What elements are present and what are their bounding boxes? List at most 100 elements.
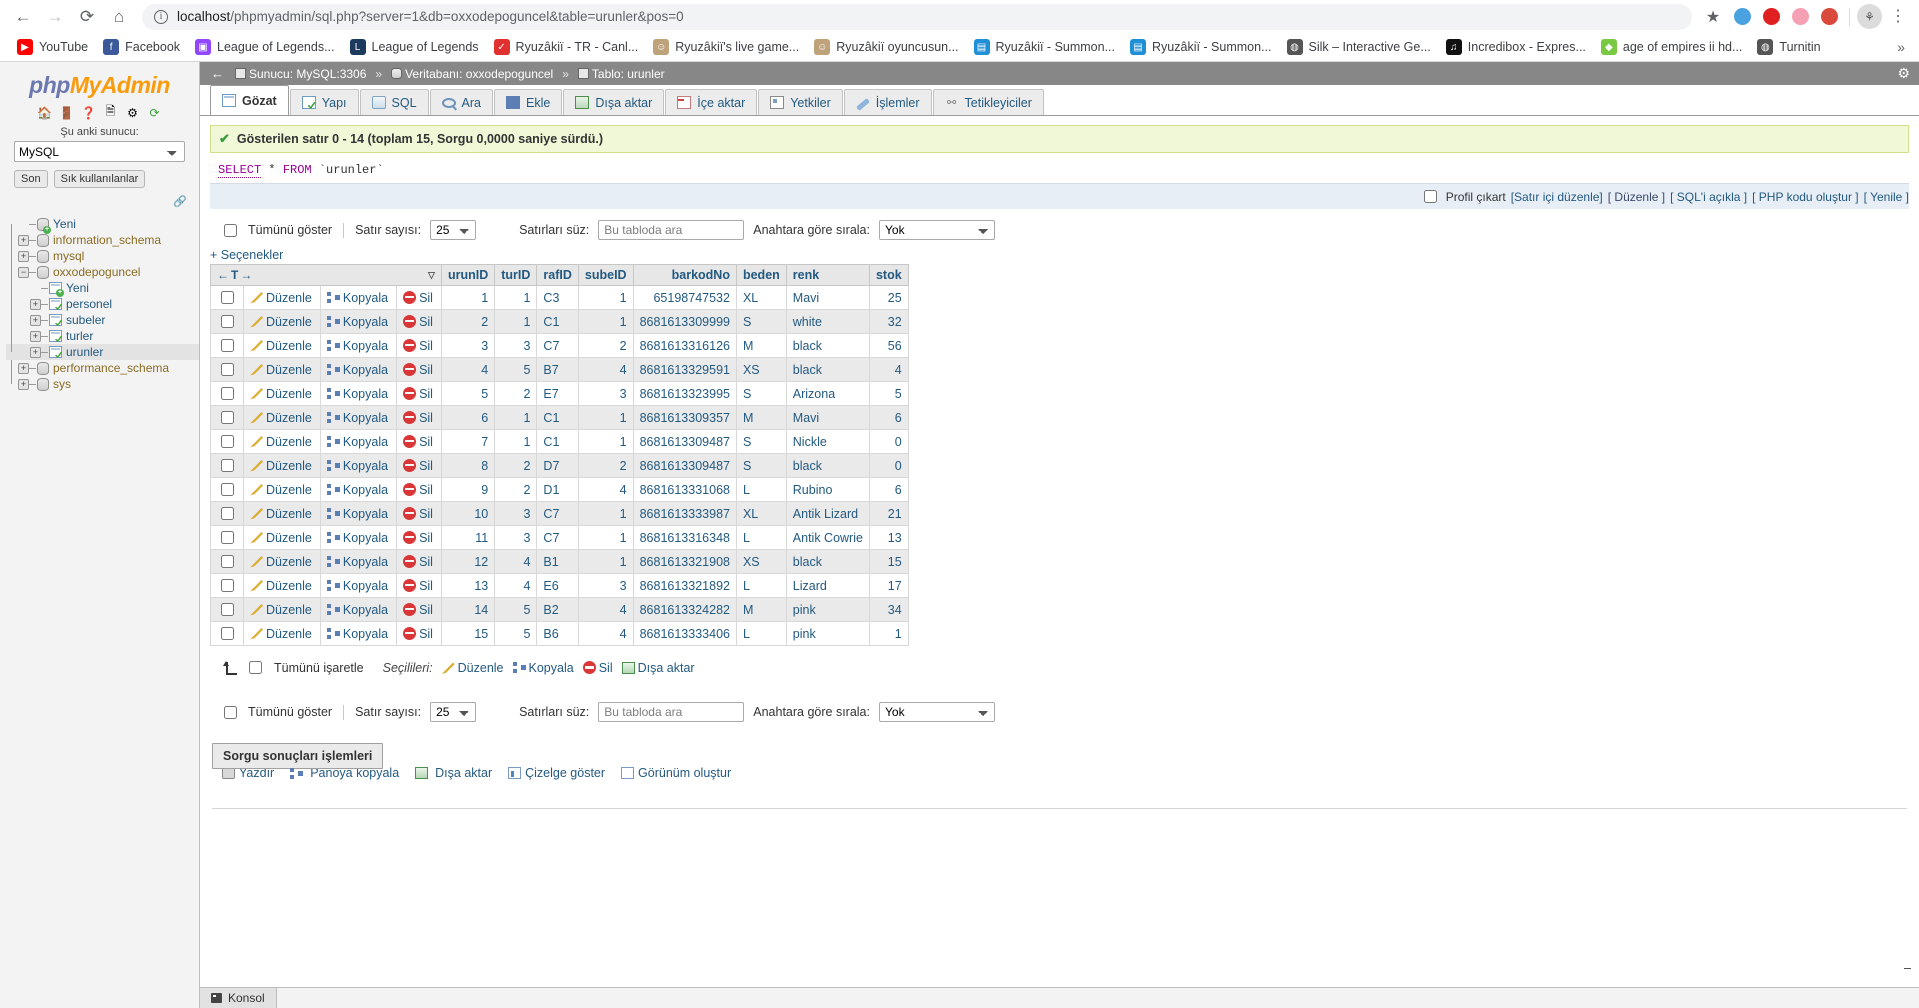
tab-g-zat[interactable]: Gözat xyxy=(210,85,289,115)
row-edit[interactable]: Düzenle xyxy=(244,478,321,502)
expand-icon[interactable]: + xyxy=(30,331,41,342)
row-delete[interactable]: Sil xyxy=(397,526,442,550)
tab-ara[interactable]: Ara xyxy=(430,89,493,115)
cell-rafID[interactable]: C7 xyxy=(537,334,578,358)
cell-stok[interactable]: 25 xyxy=(869,286,908,310)
cell-barkodNo[interactable]: 8681613323995 xyxy=(633,382,736,406)
cell-subeID[interactable]: 1 xyxy=(578,406,633,430)
cell-stok[interactable]: 34 xyxy=(869,598,908,622)
cell-rafID[interactable]: C3 xyxy=(537,286,578,310)
cell-subeID[interactable]: 4 xyxy=(578,358,633,382)
row-delete-link[interactable]: Sil xyxy=(403,315,433,329)
row-checkbox[interactable] xyxy=(221,363,234,376)
cell-turID[interactable]: 5 xyxy=(495,598,537,622)
row-checkbox[interactable] xyxy=(221,483,234,496)
bookmark-item[interactable]: ☺Ryuzâkiï's live game... xyxy=(646,36,806,58)
expand-icon[interactable]: + xyxy=(18,379,29,390)
nav-left-icon[interactable]: ← xyxy=(217,268,229,282)
inline-edit-link[interactable]: [Satır içi düzenle] xyxy=(1511,190,1603,204)
bulk-export-button[interactable]: Dışa aktar xyxy=(622,661,695,675)
row-edit-link[interactable]: Düzenle xyxy=(250,555,312,569)
cell-beden[interactable]: L xyxy=(736,574,786,598)
tab-i--e-aktar[interactable]: İçe aktar xyxy=(665,89,757,115)
row-delete-link[interactable]: Sil xyxy=(403,483,433,497)
cell-barkodNo[interactable]: 8681613309487 xyxy=(633,430,736,454)
table-row[interactable]: DüzenleKopyalaSil21C118681613309999Swhit… xyxy=(211,310,909,334)
phpmyadmin-logo[interactable]: phpMyAdmin xyxy=(0,62,199,101)
row-copy-link[interactable]: Kopyala xyxy=(327,315,388,329)
select-all-arrow-icon[interactable] xyxy=(222,661,236,675)
cell-turID[interactable]: 1 xyxy=(495,286,537,310)
options-expand-link[interactable]: + Seçenekler xyxy=(200,240,1919,264)
row-delete-link[interactable]: Sil xyxy=(403,507,433,521)
row-delete-link[interactable]: Sil xyxy=(403,531,433,545)
cell-renk[interactable]: Antik Cowrie xyxy=(786,526,869,550)
cell-renk[interactable]: black xyxy=(786,358,869,382)
row-checkbox[interactable] xyxy=(221,435,234,448)
back-button[interactable]: ← xyxy=(8,2,38,32)
expand-icon[interactable]: + xyxy=(30,299,41,310)
cell-turID[interactable]: 1 xyxy=(495,310,537,334)
row-edit[interactable]: Düzenle xyxy=(244,382,321,406)
tab-yetkiler[interactable]: Yetkiler xyxy=(758,89,843,115)
cell-urunID[interactable]: 9 xyxy=(441,478,494,502)
cell-renk[interactable]: pink xyxy=(786,622,869,646)
cell-stok[interactable]: 15 xyxy=(869,550,908,574)
cell-rafID[interactable]: C1 xyxy=(537,430,578,454)
tab-sql[interactable]: SQL xyxy=(360,89,429,115)
php-code-link[interactable]: [ PHP kodu oluştur ] xyxy=(1752,190,1859,204)
row-checkbox[interactable] xyxy=(221,315,234,328)
table-row[interactable]: DüzenleKopyalaSil71C118681613309487SNick… xyxy=(211,430,909,454)
tree-node-performance_schema[interactable]: +performance_schema xyxy=(6,360,199,376)
cell-turID[interactable]: 3 xyxy=(495,502,537,526)
explain-sql-link[interactable]: [ SQL'i açıkla ] xyxy=(1670,190,1747,204)
home-button[interactable]: ⌂ xyxy=(104,2,134,32)
cell-turID[interactable]: 4 xyxy=(495,550,537,574)
row-select-cell[interactable] xyxy=(211,574,244,598)
row-checkbox[interactable] xyxy=(221,291,234,304)
expand-icon[interactable]: + xyxy=(18,235,29,246)
gear-icon[interactable]: ⚙ xyxy=(1897,65,1910,82)
row-delete[interactable]: Sil xyxy=(397,334,442,358)
cell-stok[interactable]: 1 xyxy=(869,622,908,646)
table-row[interactable]: DüzenleKopyalaSil92D148681613331068LRubi… xyxy=(211,478,909,502)
collapse-icon[interactable]: − xyxy=(18,267,29,278)
row-select-cell[interactable] xyxy=(211,310,244,334)
bookmark-item[interactable]: LLeague of Legends xyxy=(343,36,486,58)
breadcrumb-server[interactable]: Sunucu: MySQL:3306 xyxy=(235,67,366,81)
nav-t-icon[interactable]: T xyxy=(231,268,238,282)
cell-urunID[interactable]: 2 xyxy=(441,310,494,334)
cell-rafID[interactable]: C1 xyxy=(537,310,578,334)
row-edit[interactable]: Düzenle xyxy=(244,430,321,454)
row-copy[interactable]: Kopyala xyxy=(320,430,396,454)
address-bar[interactable]: i localhost/phpmyadmin/sql.php?server=1&… xyxy=(142,4,1692,30)
chrome-menu-icon[interactable]: ⋮ xyxy=(1885,4,1911,30)
row-edit-link[interactable]: Düzenle xyxy=(250,627,312,641)
cell-beden[interactable]: L xyxy=(736,622,786,646)
column-header-renk[interactable]: renk xyxy=(786,265,869,286)
row-edit-link[interactable]: Düzenle xyxy=(250,579,312,593)
reload-button[interactable]: ⟳ xyxy=(72,2,102,32)
profile-checkbox[interactable] xyxy=(1424,190,1437,203)
cell-subeID[interactable]: 1 xyxy=(578,526,633,550)
cell-rafID[interactable]: D7 xyxy=(537,454,578,478)
row-copy-link[interactable]: Kopyala xyxy=(327,339,388,353)
bulk-copy-button[interactable]: Kopyala xyxy=(513,661,574,675)
row-delete-link[interactable]: Sil xyxy=(403,363,433,377)
cell-barkodNo[interactable]: 8681613321892 xyxy=(633,574,736,598)
row-edit[interactable]: Düzenle xyxy=(244,622,321,646)
row-copy[interactable]: Kopyala xyxy=(320,382,396,406)
row-copy[interactable]: Kopyala xyxy=(320,502,396,526)
row-edit[interactable]: Düzenle xyxy=(244,574,321,598)
table-row[interactable]: DüzenleKopyalaSil11C3165198747532XLMavi2… xyxy=(211,286,909,310)
row-copy-link[interactable]: Kopyala xyxy=(327,483,388,497)
row-select-cell[interactable] xyxy=(211,454,244,478)
tree-node-turler[interactable]: +turler xyxy=(6,328,199,344)
row-select-cell[interactable] xyxy=(211,430,244,454)
cell-rafID[interactable]: D1 xyxy=(537,478,578,502)
row-select-cell[interactable] xyxy=(211,334,244,358)
collapse-icon[interactable]: ⎯ xyxy=(1904,959,1911,976)
tree-node-yeni[interactable]: Yeni xyxy=(6,280,199,296)
row-delete[interactable]: Sil xyxy=(397,286,442,310)
row-checkbox[interactable] xyxy=(221,387,234,400)
